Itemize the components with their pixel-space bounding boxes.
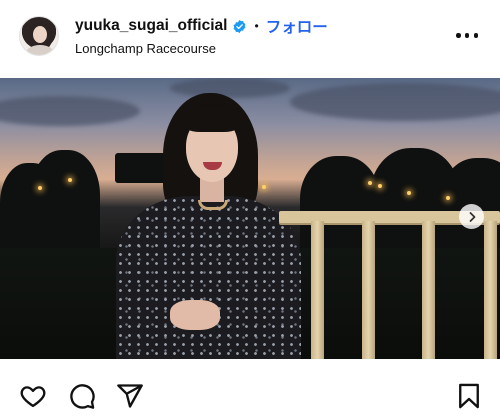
tree: [30, 150, 100, 250]
post-header: yuuka_sugai_official • フォロー Longchamp Ra…: [0, 0, 500, 78]
light: [378, 184, 382, 188]
next-photo-button[interactable]: [459, 204, 484, 229]
fence-post: [422, 221, 435, 359]
username[interactable]: yuuka_sugai_official: [75, 17, 227, 35]
more-options-icon[interactable]: [456, 33, 478, 39]
person-dress: [116, 196, 301, 359]
person-bangs: [182, 104, 242, 132]
fence-post: [362, 221, 375, 359]
user-line: yuuka_sugai_official • フォロー: [75, 15, 328, 37]
share-icon[interactable]: [116, 382, 144, 410]
verified-badge-icon: [232, 19, 247, 34]
location-link[interactable]: Longchamp Racecourse: [75, 41, 216, 56]
light: [68, 178, 72, 182]
bookmark-icon[interactable]: [455, 382, 483, 410]
avatar-face: [33, 26, 47, 43]
light: [368, 181, 372, 185]
heart-icon[interactable]: [19, 382, 47, 410]
post-photo[interactable]: [0, 78, 500, 359]
more-dot: [473, 33, 478, 38]
more-dot: [464, 33, 470, 38]
follow-button[interactable]: フォロー: [266, 15, 328, 37]
avatar-body: [26, 45, 54, 55]
person: [108, 78, 308, 359]
light: [446, 196, 450, 200]
fence-post: [484, 221, 497, 359]
more-dot: [456, 33, 461, 38]
avatar[interactable]: [19, 16, 59, 56]
person-hands: [170, 300, 220, 330]
fence-post: [311, 221, 324, 359]
chevron-right-icon: [469, 211, 475, 222]
comment-icon[interactable]: [68, 382, 96, 410]
separator-dot: •: [254, 19, 259, 33]
cloud: [290, 83, 500, 121]
light: [407, 191, 411, 195]
action-bar: [0, 368, 500, 420]
light: [38, 186, 42, 190]
